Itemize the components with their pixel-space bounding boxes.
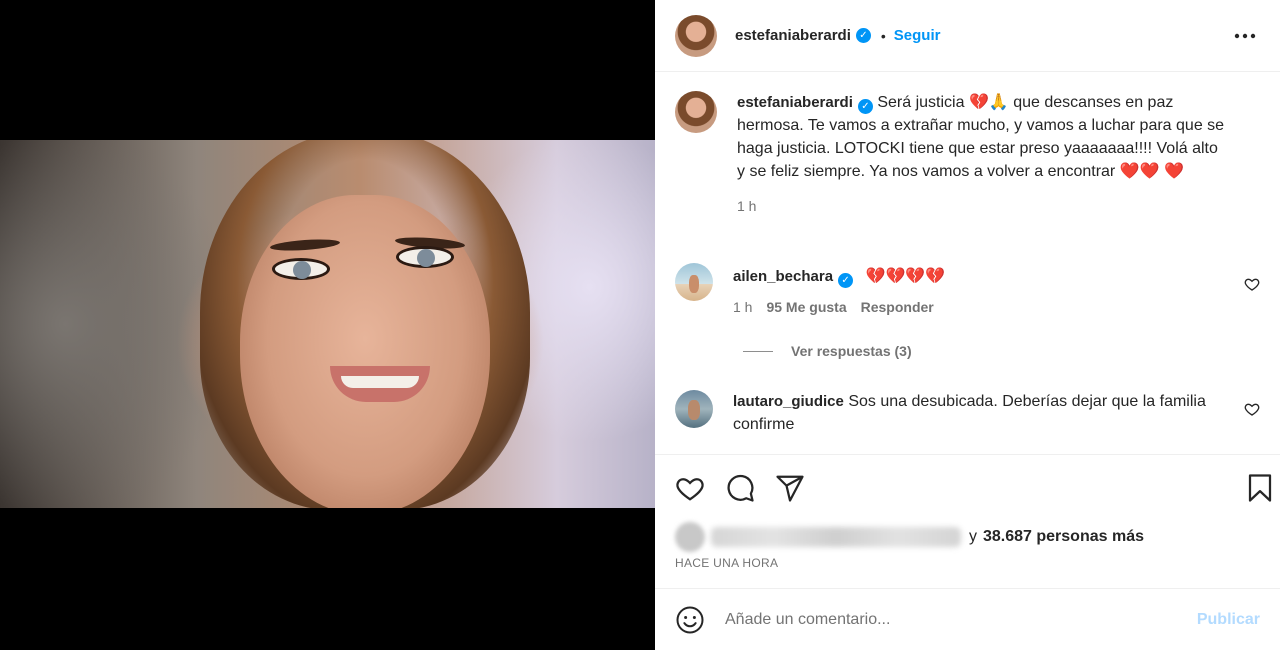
likes-summary: y 38.687 personas más (675, 522, 1144, 552)
photo-teeth (341, 376, 419, 388)
photo-eye-left (272, 258, 330, 280)
more-options-icon[interactable] (1234, 24, 1256, 42)
comment-body: ailen_bechara ✓ 💔💔💔💔 1 h 95 Me gusta Resp… (733, 263, 945, 319)
commenter-avatar[interactable] (675, 390, 713, 428)
caption-author-avatar[interactable] (675, 91, 717, 133)
comment-body: lautaro_giudice Sos una desubicada. Debe… (733, 390, 1213, 436)
comment-input[interactable] (725, 610, 1175, 629)
heart-icon[interactable] (675, 473, 705, 503)
caption-meta: 1 h (737, 195, 1227, 218)
view-replies-button[interactable]: Ver respuestas (3) (743, 343, 912, 359)
likes-count[interactable]: 38.687 personas más (983, 528, 1144, 546)
comment-meta: 1 h 95 Me gusta Responder (733, 296, 945, 319)
publish-button[interactable]: Publicar (1197, 611, 1260, 629)
comment-text: 💔💔💔💔 (865, 268, 946, 285)
author-username[interactable]: estefaniaberardi (735, 27, 851, 44)
follow-button[interactable]: Seguir (894, 27, 941, 44)
action-bar (655, 454, 1280, 518)
comment-likes[interactable]: 95 Me gusta (766, 296, 846, 319)
instagram-post-view: estefaniaberardi ✓ • Seguir estefaniaber… (0, 0, 1280, 650)
emoji-icon[interactable] (675, 605, 705, 635)
likes-and: y (969, 528, 977, 545)
caption: estefaniaberardi ✓ Será justicia 💔🙏 que d… (675, 91, 1265, 218)
photo-eye-right (396, 246, 454, 268)
liker-avatar[interactable] (675, 522, 705, 552)
post-header: estefaniaberardi ✓ • Seguir (655, 0, 1280, 72)
separator-dot: • (880, 27, 886, 44)
view-replies-line (743, 350, 773, 352)
add-comment-bar: Publicar (655, 588, 1280, 650)
comment-time[interactable]: 1 h (733, 296, 752, 319)
post-media (0, 0, 655, 650)
commenter-username[interactable]: ailen_bechara (733, 268, 833, 285)
verified-badge-icon: ✓ (838, 273, 854, 288)
liker-name-blurred (711, 527, 961, 547)
caption-time[interactable]: 1 h (737, 195, 756, 218)
view-replies-label: Ver respuestas (3) (791, 343, 912, 359)
comment-like-heart-icon[interactable] (1244, 401, 1260, 417)
comments-list: estefaniaberardi ✓ Será justicia 💔🙏 que d… (655, 73, 1280, 453)
commenter-avatar[interactable] (675, 263, 713, 301)
share-icon[interactable] (775, 473, 805, 503)
author-info: estefaniaberardi ✓ • Seguir (735, 27, 940, 44)
commenter-username[interactable]: lautaro_giudice (733, 393, 844, 410)
verified-badge-icon: ✓ (857, 99, 873, 114)
comment-like-heart-icon[interactable] (1244, 276, 1260, 292)
author-avatar[interactable] (675, 14, 717, 57)
post-side-panel: estefaniaberardi ✓ • Seguir estefaniaber… (655, 0, 1280, 650)
caption-author-username[interactable]: estefaniaberardi (737, 94, 853, 111)
verified-badge-icon: ✓ (855, 28, 871, 43)
reply-button[interactable]: Responder (861, 296, 934, 319)
comment-item: lautaro_giudice Sos una desubicada. Debe… (675, 390, 1265, 436)
post-timestamp[interactable]: HACE UNA HORA (675, 556, 778, 570)
caption-body: estefaniaberardi ✓ Será justicia 💔🙏 que d… (737, 91, 1227, 218)
post-photo[interactable] (0, 140, 655, 508)
comment-item: ailen_bechara ✓ 💔💔💔💔 1 h 95 Me gusta Resp… (675, 263, 1265, 319)
bookmark-icon[interactable] (1247, 473, 1277, 503)
comment-icon[interactable] (725, 473, 755, 503)
